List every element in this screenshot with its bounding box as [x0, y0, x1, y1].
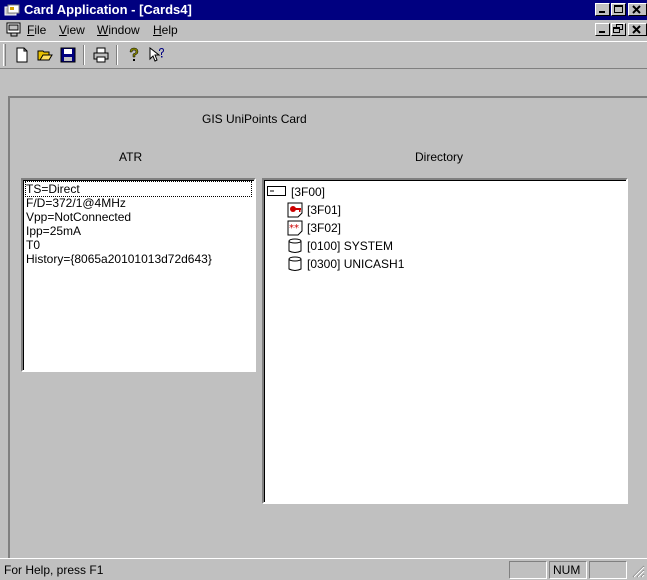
status-pane-caps [509, 561, 547, 579]
open-button[interactable] [34, 45, 56, 65]
atr-label: ATR [119, 150, 143, 164]
svg-text:**: ** [289, 223, 299, 234]
save-icon [60, 47, 76, 63]
title-bar[interactable]: Card Application - [Cards4] [0, 0, 647, 20]
maximize-icon [614, 5, 623, 13]
status-pane-scroll [589, 561, 627, 579]
status-help-text: For Help, press F1 [4, 563, 104, 577]
atr-line[interactable]: Vpp=NotConnected [26, 210, 131, 224]
menu-view[interactable]: View [59, 23, 85, 37]
about-icon [129, 47, 139, 61]
toolbar-separator [83, 45, 85, 65]
status-bar: For Help, press F1 NUM [0, 558, 647, 580]
new-icon [16, 47, 28, 63]
minimize-button[interactable] [595, 3, 610, 16]
minimize-icon [599, 11, 605, 13]
window-title: Card Application - [Cards4] [24, 2, 192, 17]
close-button[interactable] [628, 3, 647, 16]
toolbar [0, 41, 647, 69]
maximize-button[interactable] [611, 3, 626, 16]
restore-icon [613, 24, 623, 33]
atr-line[interactable]: TS=Direct [25, 181, 252, 197]
atr-list[interactable]: TS=Direct F/D=372/1@4MHz Vpp=NotConnecte… [21, 178, 256, 372]
open-icon [37, 50, 53, 61]
about-button[interactable] [123, 45, 145, 65]
toolbar-separator [116, 45, 118, 65]
child-close-button[interactable] [628, 23, 647, 36]
atr-line[interactable]: F/D=372/1@4MHz [26, 196, 126, 210]
atr-line[interactable]: T0 [26, 238, 40, 252]
print-icon [93, 47, 109, 63]
new-button[interactable] [11, 45, 33, 65]
card-name-label: GIS UniPoints Card [202, 112, 307, 126]
context-help-icon [149, 47, 164, 62]
key-file-icon [287, 202, 303, 218]
child-minimize-button[interactable] [595, 23, 610, 36]
document-system-menu-icon[interactable] [6, 22, 22, 38]
minimize-icon [599, 31, 605, 33]
pin-file-icon: ** [287, 220, 303, 236]
save-button[interactable] [57, 45, 79, 65]
folder-node-icon [267, 186, 286, 196]
status-pane-num: NUM [549, 561, 587, 579]
close-icon [632, 5, 641, 14]
menu-bar: File View Window Help [0, 20, 647, 40]
directory-tree[interactable]: [3F00] [3F01] ** [3F02] [0100] SYSTEM [0… [262, 178, 628, 504]
toolbar-grip[interactable] [3, 44, 6, 66]
app-icon[interactable] [4, 3, 20, 17]
num-lock-indicator: NUM [553, 563, 581, 577]
print-button[interactable] [90, 45, 112, 65]
atr-line[interactable]: Ipp=25mA [26, 224, 81, 238]
context-help-button[interactable] [146, 45, 168, 65]
document-window: GIS UniPoints Card ATR Directory TS=Dire… [8, 96, 647, 558]
close-icon [632, 25, 641, 34]
database-icon [288, 256, 302, 271]
atr-line[interactable]: History={8065a20101013d72d643} [26, 252, 212, 266]
menu-file[interactable]: File [27, 23, 46, 37]
size-grip-icon[interactable] [631, 564, 645, 578]
database-icon [288, 238, 302, 253]
child-restore-button[interactable] [611, 23, 626, 36]
directory-label: Directory [415, 150, 464, 164]
menu-window[interactable]: Window [97, 23, 140, 37]
menu-help[interactable]: Help [153, 23, 178, 37]
